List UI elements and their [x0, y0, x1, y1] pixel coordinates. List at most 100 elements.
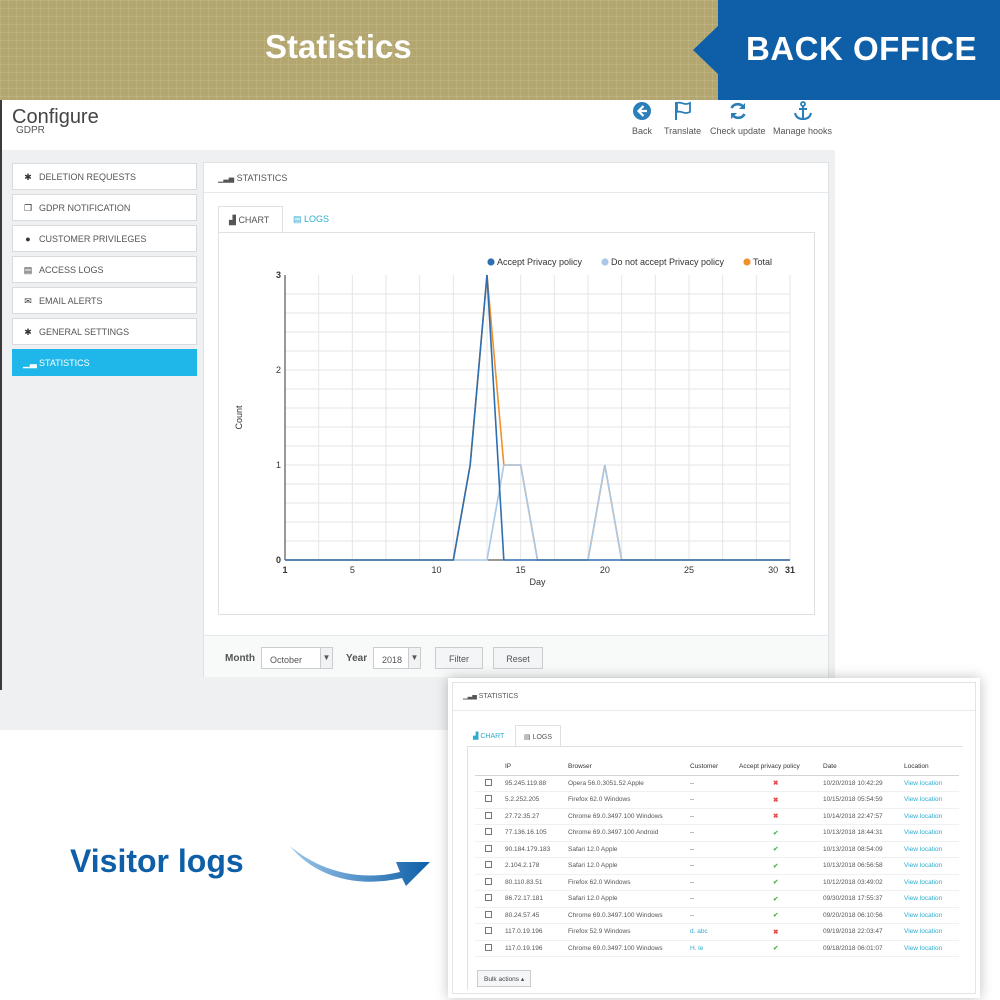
browser-cell: Firefox 62.0 Windows [568, 791, 690, 809]
x-axis-label: Day [529, 577, 546, 587]
year-select[interactable]: 2018 ▼ [373, 647, 421, 669]
gear-icon: ✱ [24, 326, 32, 337]
row-checkbox[interactable] [485, 927, 492, 935]
check-icon: ✔ [773, 879, 779, 887]
ip-text: 80.24.57.45 [505, 911, 540, 919]
back-label: Back [631, 126, 652, 136]
row-checkbox[interactable] [485, 877, 492, 885]
row-checkbox[interactable] [485, 844, 492, 852]
location-cell: View location [904, 857, 959, 875]
reset-button[interactable]: Reset [493, 647, 543, 669]
accept-cell: ✔ [739, 907, 823, 924]
column-header-accept: Accept privacy policy [739, 759, 823, 776]
y-tick-label: 1 [276, 460, 281, 470]
location-cell: View location [904, 940, 959, 957]
date-text: 09/19/2018 22:03:47 [823, 928, 883, 936]
date-text: 10/13/2018 18:44:31 [823, 829, 883, 837]
file-icon: ▤ [524, 734, 531, 741]
row-checkbox[interactable] [485, 811, 492, 819]
browser-cell: Safari 12.0 Apple [568, 857, 690, 875]
view-location-link[interactable]: View location [904, 862, 942, 869]
tab-logs[interactable]: ▤ LOGS [515, 725, 562, 747]
x-tick-label: 15 [516, 565, 526, 575]
statistics-panel: ▁▃▅ STATISTICS ▟ CHART ▤ LOGS 1 5 10 15 20 25… [203, 162, 829, 677]
row-checkbox[interactable] [485, 861, 492, 869]
customer-text[interactable]: d. abc [690, 928, 708, 935]
table-row: 95.245.119.88 Opera 56.0.3051.52 Apple -- ✖… [475, 775, 959, 792]
view-location-link[interactable]: View location [904, 796, 942, 803]
menu-item-statistics[interactable]: ▁▃ STATISTICS [12, 349, 197, 376]
month-select[interactable]: October ▼ [261, 647, 333, 669]
browser-text: Firefox 62.0 Windows [568, 878, 631, 886]
checkbox-cell [475, 857, 505, 875]
logs-card: ▁▃▅ STATISTICS ▟ CHART ▤ LOGS IP Browser… [448, 678, 980, 998]
user-icon: ● [25, 233, 31, 244]
manage-hooks-button[interactable]: Manage hooks [773, 100, 832, 136]
check-update-button[interactable]: Check update [710, 100, 766, 136]
menu-item-general-settings[interactable]: ✱ GENERAL SETTINGS [12, 318, 197, 345]
browser-text: Chrome 69.0.3497.100 Android [568, 829, 659, 837]
table-row: 90.184.179.183 Safari 12.0 Apple -- ✔ 10/13/… [475, 841, 959, 858]
menu-item-deletion-requests[interactable]: ✱ DELETION REQUESTS [12, 163, 197, 190]
bulk-actions-button[interactable]: Bulk actions ▴ [477, 970, 532, 987]
series-line-2 [285, 274, 790, 561]
browser-text: Safari 12.0 Apple [568, 862, 618, 870]
line-chart: 1 5 10 15 20 25 30 310123DayCountAccept Privacy… [234, 257, 795, 587]
browser-text: Firefox 52.9 Windows [568, 928, 631, 936]
tab-logs[interactable]: ▤ LOGS [283, 206, 339, 233]
view-location-link[interactable]: View location [904, 829, 942, 836]
location-cell: View location [904, 808, 959, 825]
menu-item-customer-privileges[interactable]: ● CUSTOMER PRIVILEGES [12, 225, 197, 252]
accept-cell: ✖ [739, 775, 823, 792]
ip-text: 27.72.35.27 [505, 812, 540, 820]
x-tick-label: 25 [684, 565, 694, 575]
location-cell: View location [904, 791, 959, 809]
tab-chart[interactable]: ▟ CHART [218, 206, 283, 233]
legend-marker [601, 258, 609, 266]
row-checkbox[interactable] [485, 778, 492, 786]
view-location-link[interactable]: View location [904, 813, 942, 820]
customer-text[interactable]: H. le [690, 945, 703, 952]
location-cell: View location [904, 874, 959, 891]
filter-button[interactable]: Filter [435, 647, 483, 669]
view-location-link[interactable]: View location [904, 846, 942, 853]
row-checkbox[interactable] [485, 894, 492, 902]
menu-item-access-logs[interactable]: ▤ ACCESS LOGS [12, 256, 197, 283]
row-checkbox[interactable] [485, 943, 492, 951]
x-tick-label: 31 [785, 565, 795, 575]
table-row: 117.0.19.196 Chrome 69.0.3497.100 Windows… [475, 940, 959, 957]
ip-text: 117.0.19.196 [505, 944, 543, 952]
browser-text: Opera 56.0.3051.52 Apple [568, 779, 644, 787]
area-chart-icon: ▟ [473, 733, 479, 740]
check-icon: ✔ [773, 895, 779, 903]
location-cell: View location [904, 824, 959, 842]
month-value: October [270, 655, 303, 665]
ip-cell: 80.24.57.45 [505, 907, 568, 924]
translate-label: Translate [664, 126, 702, 136]
view-location-link[interactable]: View location [904, 895, 942, 902]
view-location-link[interactable]: View location [904, 928, 942, 935]
column-header-ip: IP [505, 759, 568, 776]
row-checkbox[interactable] [485, 795, 492, 803]
arrow-left-circle-icon [633, 102, 651, 120]
accept-cell: ✔ [739, 857, 823, 875]
menu-item-email-alerts[interactable]: ✉ EMAIL ALERTS [12, 287, 197, 314]
y-tick-label: 0 [276, 555, 281, 565]
logs-panel-heading: ▁▃▅ STATISTICS [453, 683, 975, 711]
date-text: 10/13/2018 08:54:09 [823, 845, 883, 853]
checkbox-cell [475, 808, 505, 825]
translate-button[interactable]: Translate [664, 100, 701, 136]
customer-text: -- [690, 829, 695, 837]
tab-chart[interactable]: ▟ CHART [465, 725, 512, 747]
view-location-link[interactable]: View location [904, 912, 942, 919]
row-checkbox[interactable] [485, 910, 492, 918]
view-location-link[interactable]: View location [904, 945, 942, 952]
row-checkbox[interactable] [485, 828, 492, 836]
view-location-link[interactable]: View location [904, 780, 942, 787]
menu-item-gdpr-notification[interactable]: ❐ GDPR NOTIFICATION [12, 194, 197, 221]
back-button[interactable]: Back [631, 100, 653, 136]
copy-icon: ❐ [23, 202, 33, 213]
table-row: 27.72.35.27 Chrome 69.0.3497.100 Windows -… [475, 808, 959, 825]
series-line-1 [285, 464, 790, 561]
view-location-link[interactable]: View location [904, 879, 942, 886]
